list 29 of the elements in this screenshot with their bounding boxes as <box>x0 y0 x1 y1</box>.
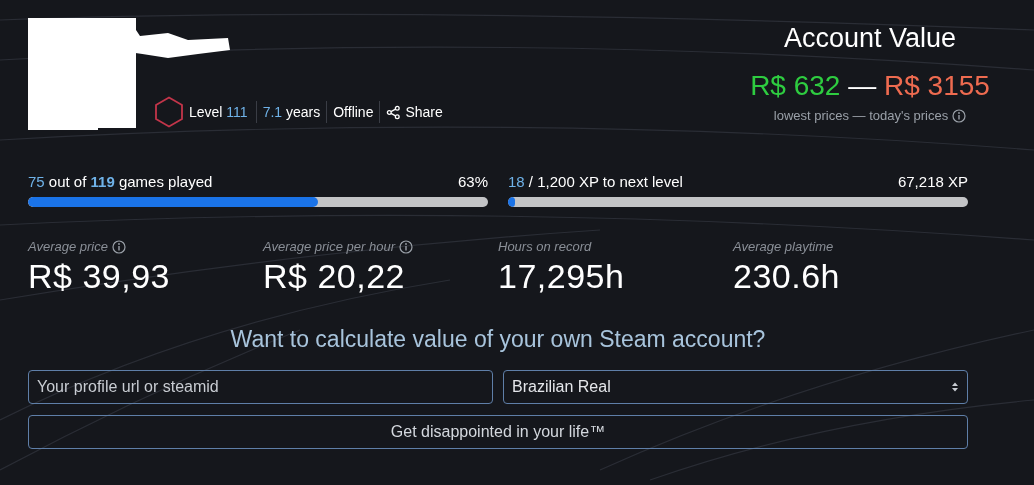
stat-value: R$ 39,93 <box>28 256 171 295</box>
level-text: Level 111 <box>189 102 249 122</box>
stat-label: Hours on record <box>498 238 592 256</box>
calculator-heading: Want to calculate value of your own Steam account? <box>229 324 767 353</box>
info-icon[interactable] <box>952 108 967 123</box>
years-text: 7.1 years <box>261 102 322 122</box>
status-text: Offline <box>332 102 375 122</box>
progress-label: 18 / 1,200 XP to next level <box>508 172 683 192</box>
progress-reading: 67,218 XP <box>897 172 968 192</box>
currency-select[interactable]: Brazilian Real <box>503 369 968 404</box>
stat-value: 17,295h <box>498 256 626 295</box>
stat-label: Average price <box>28 238 108 256</box>
stat-value: 230.6h <box>733 256 841 295</box>
submit-button[interactable]: Get disappointed in your life™ <box>28 414 968 449</box>
account-value-title: Account Value <box>783 22 957 54</box>
info-icon[interactable] <box>399 239 413 254</box>
info-icon[interactable] <box>112 239 126 254</box>
share-link[interactable]: Share <box>380 101 443 123</box>
caret-icon <box>951 380 959 393</box>
price-caption: lowest prices — today's prices <box>773 107 949 125</box>
price-range: R$ 632 — R$ 3155 <box>750 69 990 103</box>
progress-label: 75 out of 119 games played <box>28 172 213 192</box>
profile-url-field[interactable]: Your profile url or steamid <box>28 369 493 404</box>
stat-label: Average playtime <box>733 238 834 256</box>
hexagon-icon <box>153 96 185 128</box>
stat-label: Average price per hour <box>263 238 395 256</box>
progress-reading: 63% <box>457 172 488 192</box>
stat-value: R$ 20,22 <box>263 256 406 295</box>
share-icon <box>386 104 402 120</box>
